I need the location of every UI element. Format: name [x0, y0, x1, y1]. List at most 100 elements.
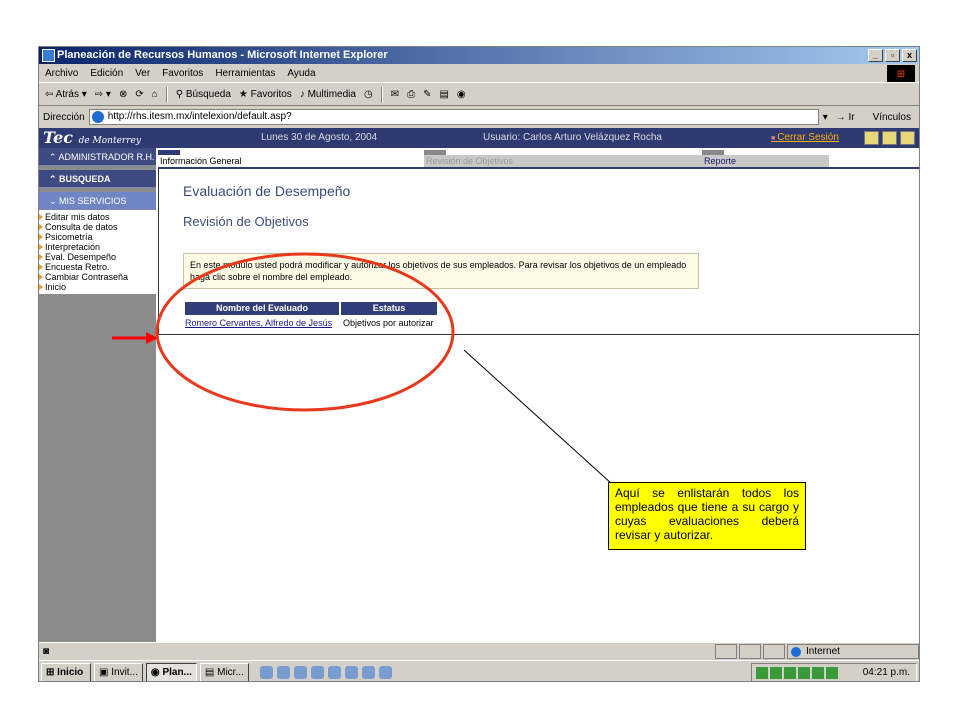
tray-icon[interactable] — [798, 667, 810, 679]
stop-icon[interactable]: ⊗ — [119, 89, 127, 100]
status-cell — [739, 644, 761, 659]
messenger-icon[interactable]: ◉ — [457, 89, 466, 100]
title-bar: Planeación de Recursos Humanos - Microso… — [39, 47, 919, 64]
links-button[interactable]: Vínculos — [873, 112, 911, 123]
sidebar-item-inicio[interactable]: Inicio — [39, 282, 156, 292]
header-date: Lunes 30 de Agosto, 2004 — [261, 132, 378, 143]
menu-favoritos[interactable]: Favoritos — [162, 64, 203, 82]
address-input[interactable]: http://rhs.itesm.mx/intelexion/default.a… — [88, 109, 819, 125]
sidebar-item-interpretacion[interactable]: Interpretación — [39, 242, 156, 252]
sidebar-menu: Editar mis datos Consulta de datos Psico… — [39, 210, 156, 294]
sidebar-item-consulta-datos[interactable]: Consulta de datos — [39, 222, 156, 232]
employee-name-link[interactable]: Romero Cervantes, Alfredo de Jesús — [185, 318, 341, 328]
edit-icon[interactable]: ✎ — [423, 89, 431, 100]
sidebar-item-cambiar-contrasena[interactable]: Cambiar Contraseña — [39, 272, 156, 282]
search-icon: ⚲ — [175, 89, 184, 100]
multimedia-button[interactable]: ♪ Multimedia — [300, 89, 356, 100]
taskbar-item-plan[interactable]: ◉ Plan... — [145, 662, 197, 681]
maximize-button[interactable]: ▫ — [885, 49, 900, 62]
tab-notch — [424, 150, 446, 155]
favorites-button[interactable]: ★ Favoritos — [239, 89, 292, 100]
ie-quicklaunch-icon[interactable] — [259, 665, 273, 679]
status-page-icon: ◙ — [43, 646, 50, 657]
status-cell — [763, 644, 785, 659]
status-bar: ◙ Internet — [39, 642, 919, 659]
taskbar-item-invit[interactable]: ▣ Invit... — [94, 662, 143, 681]
tab-label: Revisión de Objetivos — [426, 156, 514, 166]
employee-status: Objetivos por autorizar — [343, 318, 434, 328]
browser-quicklaunch-icon[interactable] — [361, 665, 375, 679]
browser-window: Planeación de Recursos Humanos - Microso… — [38, 46, 920, 682]
site-header: Tec de Monterrey Lunes 30 de Agosto, 200… — [39, 128, 919, 148]
tray-icon[interactable] — [770, 667, 782, 679]
toolbar: ⇦ Atrás ▾ ⇨ ▾ ⊗ ⟳ ⌂ ⚲ Búsqueda ★ Favorit… — [39, 84, 919, 106]
search-button[interactable]: ⚲ Búsqueda — [176, 89, 231, 100]
org-chart-icon[interactable] — [864, 131, 879, 145]
print-icon[interactable]: ⎙ — [407, 89, 415, 100]
mail-icon[interactable]: ✉ — [391, 89, 399, 100]
forward-button[interactable]: ⇨ ▾ — [95, 89, 111, 100]
tab-revision-objetivos[interactable]: Revisión de Objetivos — [424, 150, 702, 167]
sidebar-button-admin[interactable]: ⌃ ADMINISTRADOR R.H. — [39, 148, 156, 166]
logout-link[interactable]: Cerrar Sesión — [771, 128, 839, 149]
tray-icon[interactable] — [756, 667, 768, 679]
tray-icon[interactable] — [826, 667, 838, 679]
media-quicklaunch-icon[interactable] — [327, 665, 341, 679]
address-dropdown-icon[interactable]: ▾ — [823, 112, 828, 123]
menu-edicion[interactable]: Edición — [90, 64, 123, 82]
sidebar-item-psicometria[interactable]: Psicometría — [39, 232, 156, 242]
start-button[interactable]: ⊞ Inicio — [41, 662, 91, 681]
table-header-row: Nombre del Evaluado Estatus — [185, 302, 439, 315]
home-icon[interactable]: ⌂ — [152, 89, 158, 100]
multimedia-icon: ♪ — [299, 89, 305, 100]
window-icon[interactable] — [882, 131, 897, 145]
discuss-icon[interactable]: ▤ — [439, 89, 448, 100]
go-label: Ir — [848, 111, 855, 123]
column-header-estatus: Estatus — [341, 302, 439, 315]
toolbar-separator-2 — [380, 86, 383, 103]
sidebar-item-editar-datos[interactable]: Editar mis datos — [39, 212, 156, 222]
toolbar-separator — [165, 86, 168, 103]
logo-sub: de Monterrey — [78, 136, 141, 146]
app-quicklaunch-icon[interactable] — [293, 665, 307, 679]
search-label: Búsqueda — [185, 89, 231, 100]
folder-quicklaunch-icon[interactable] — [344, 665, 358, 679]
sidebar-button-label: BUSQUEDA — [59, 174, 111, 184]
menu-ver[interactable]: Ver — [135, 64, 150, 82]
tab-notch — [158, 150, 180, 155]
refresh-icon[interactable]: ⟳ — [135, 89, 143, 100]
back-button[interactable]: ⇦ Atrás ▾ — [45, 89, 87, 100]
header-user: Usuario: Carlos Arturo Velázquez Rocha — [483, 132, 662, 143]
sidebar-item-eval-desempeno[interactable]: Eval. Desempeño — [39, 252, 156, 262]
taskbar-item-micr[interactable]: ▤ Micr... — [199, 662, 249, 681]
sidebar-button-mis-servicios[interactable]: ⌄ MIS SERVICIOS — [39, 192, 156, 210]
sidebar-button-busqueda[interactable]: ⌃ BUSQUEDA — [39, 170, 156, 188]
window-title: Planeación de Recursos Humanos - Microso… — [57, 49, 388, 61]
quick-launch — [259, 665, 392, 679]
menu-ayuda[interactable]: Ayuda — [287, 64, 315, 82]
tab-label: Información General — [160, 156, 242, 166]
sidebar-item-encuesta-retro[interactable]: Encuesta Retro. — [39, 262, 156, 272]
player-quicklaunch-icon[interactable] — [378, 665, 392, 679]
tray-icon[interactable] — [812, 667, 824, 679]
history-icon[interactable]: ◷ — [364, 89, 373, 100]
sidebar: ⌃ ADMINISTRADOR R.H. ⌃ BUSQUEDA ⌄ MIS SE… — [39, 148, 156, 642]
clock-quicklaunch-icon[interactable] — [310, 665, 324, 679]
logo-main: Tec — [43, 128, 73, 147]
ie-app-icon — [42, 49, 55, 62]
tray-icon[interactable] — [784, 667, 796, 679]
tab-reporte[interactable]: Reporte — [702, 150, 829, 167]
tab-informacion-general[interactable]: Información General — [158, 150, 423, 167]
column-header-nombre: Nombre del Evaluado — [185, 302, 341, 315]
internet-zone: Internet — [787, 644, 919, 659]
menu-archivo[interactable]: Archivo — [45, 64, 78, 82]
desktop-quicklaunch-icon[interactable] — [276, 665, 290, 679]
menu-herramientas[interactable]: Herramientas — [215, 64, 275, 82]
help-icon[interactable] — [900, 131, 915, 145]
taskbar-label: Plan... — [162, 666, 192, 678]
page-icon — [91, 111, 104, 123]
minimize-button[interactable]: _ — [868, 49, 883, 62]
favorites-icon: ★ — [238, 89, 248, 100]
go-button[interactable]: → Ir — [836, 112, 855, 123]
close-button[interactable]: x — [902, 49, 917, 62]
